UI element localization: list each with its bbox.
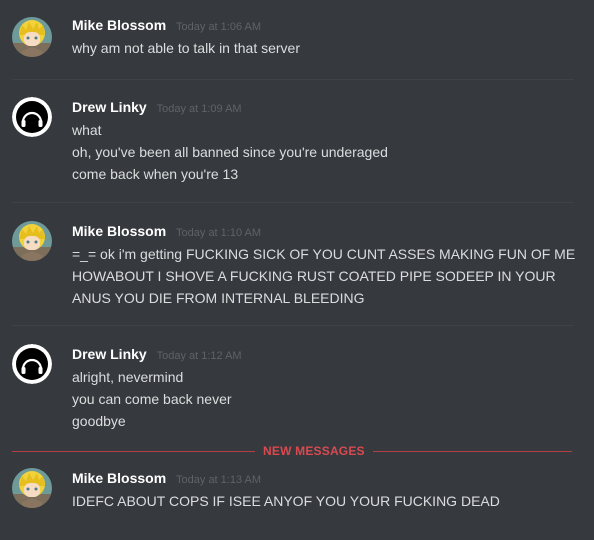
author-name[interactable]: Mike Blossom — [72, 470, 166, 486]
message-line: IDEFC ABOUT COPS IF ISEE ANYOF YOU YOUR … — [72, 493, 500, 509]
message-timestamp: Today at 1:10 AM — [176, 227, 262, 239]
message-divider — [12, 202, 574, 203]
author-name[interactable]: Drew Linky — [72, 99, 147, 115]
author-name[interactable]: Mike Blossom — [72, 223, 166, 239]
message-line: ANUS YOU DIE FROM INTERNAL BLEEDING — [72, 290, 365, 306]
chat-log: Mike Blossom Today at 1:06 AM why am not… — [0, 0, 594, 540]
message-line: why am not able to talk in that server — [72, 40, 300, 56]
message-line: goodbye — [72, 413, 126, 429]
message-timestamp: Today at 1:09 AM — [156, 103, 242, 115]
message-timestamp: Today at 1:13 AM — [176, 474, 262, 486]
headphones-avatar-icon[interactable] — [12, 344, 52, 384]
message-author[interactable]: Mike Blossom Today at 1:10 AM — [72, 222, 261, 242]
message-line: HOWABOUT I SHOVE A FUCKING RUST COATED P… — [72, 268, 556, 284]
message-author[interactable]: Mike Blossom Today at 1:13 AM — [72, 469, 261, 489]
message-divider — [12, 325, 574, 326]
message-author[interactable]: Mike Blossom Today at 1:06 AM — [72, 16, 261, 36]
message-author[interactable]: Drew Linky Today at 1:09 AM — [72, 98, 242, 118]
message-line: you can come back never — [72, 391, 232, 407]
anime-avatar-icon[interactable] — [12, 468, 52, 508]
author-name[interactable]: Mike Blossom — [72, 17, 166, 33]
anime-avatar-icon[interactable] — [12, 17, 52, 57]
message-author[interactable]: Drew Linky Today at 1:12 AM — [72, 345, 242, 365]
headphones-avatar-icon[interactable] — [12, 97, 52, 137]
message-line: oh, you've been all banned since you're … — [72, 144, 388, 160]
message-timestamp: Today at 1:12 AM — [156, 350, 242, 362]
message-line: =_= ok i'm getting FUCKING SICK OF YOU C… — [72, 246, 576, 262]
message-line: what — [72, 122, 102, 138]
message-divider — [12, 79, 574, 80]
new-messages-label: NEW MESSAGES — [255, 444, 373, 458]
anime-avatar-icon[interactable] — [12, 221, 52, 261]
message-timestamp: Today at 1:06 AM — [176, 21, 262, 33]
message-line: come back when you're 13 — [72, 166, 239, 182]
message-line: alright, nevermind — [72, 369, 184, 385]
author-name[interactable]: Drew Linky — [72, 346, 147, 362]
